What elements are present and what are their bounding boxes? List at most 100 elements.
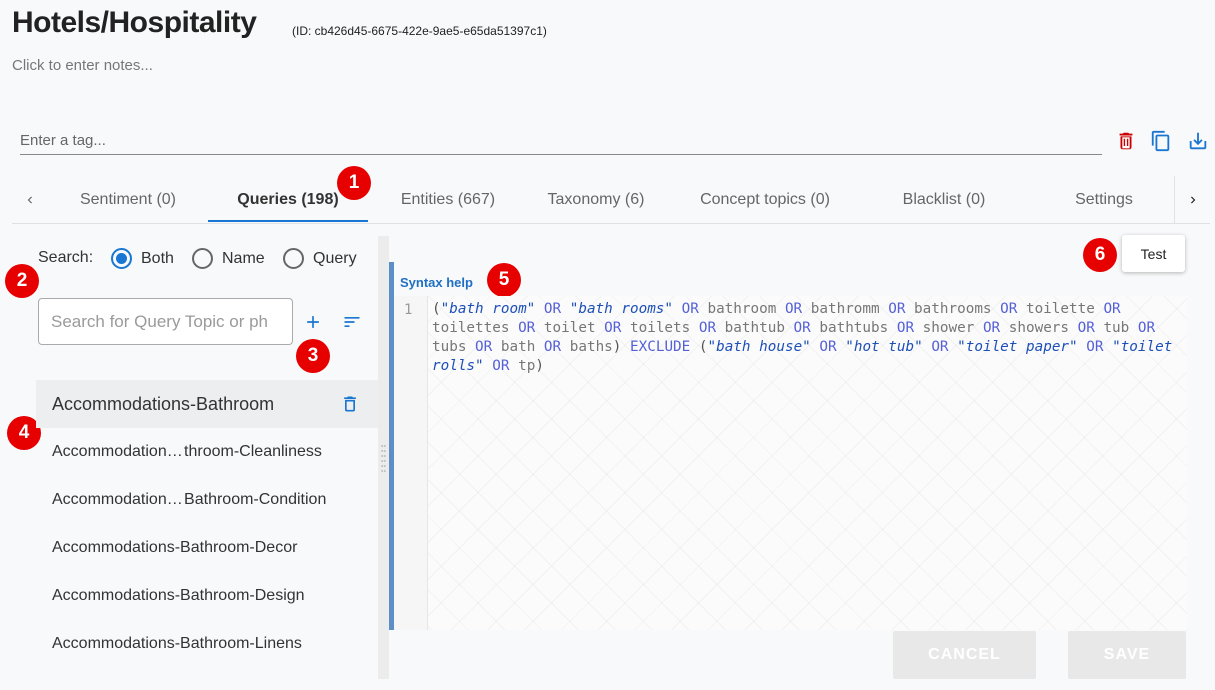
query-term-token: tubs bbox=[432, 339, 476, 355]
query-operator-token: OR bbox=[1086, 339, 1104, 355]
test-button[interactable]: Test bbox=[1122, 235, 1185, 272]
copy-icon[interactable] bbox=[1150, 130, 1172, 152]
tab-scroll-left-icon[interactable] bbox=[12, 176, 48, 223]
list-item[interactable]: Accommodation… Bathroom-Condition bbox=[36, 476, 378, 524]
query-operator-token: OR bbox=[518, 320, 536, 336]
query-term-token: bathroom bbox=[698, 301, 785, 317]
list-item[interactable]: Accommodations-Bathroom bbox=[36, 380, 378, 428]
tab-sentiment[interactable]: Sentiment (0) bbox=[58, 176, 198, 223]
radio-name[interactable]: Name bbox=[192, 248, 265, 269]
download-icon[interactable] bbox=[1187, 130, 1209, 152]
query-operator-token: OR bbox=[1077, 320, 1095, 336]
list-item-label: Accommodations-Bathroom-Linens bbox=[52, 635, 302, 652]
query-operator-token: OR bbox=[888, 301, 906, 317]
query-operator-token: OR bbox=[543, 339, 562, 355]
query-term-token bbox=[561, 301, 570, 317]
query-term-token: toilettes bbox=[432, 320, 519, 336]
list-item[interactable]: Accommodations-Bathroom-Linens bbox=[36, 620, 378, 668]
tab-settings[interactable]: Settings bbox=[1034, 176, 1174, 223]
marker-1: 1 bbox=[337, 166, 371, 200]
page-id-label: (ID: cb426d45-6675-422e-9ae5-e65da51397c… bbox=[292, 24, 547, 38]
query-term-token: toilette bbox=[1017, 301, 1104, 317]
query-term-token: showers bbox=[1000, 320, 1078, 336]
query-term-token bbox=[484, 358, 493, 374]
query-operator-token: OR bbox=[1103, 301, 1121, 317]
list-item[interactable]: Accommodations-Bathroom-Decor bbox=[36, 524, 378, 572]
list-item[interactable]: Accommodations-Bathroom-Design bbox=[36, 572, 378, 620]
query-term-token bbox=[837, 339, 846, 355]
query-term-token: tub bbox=[1094, 320, 1138, 336]
query-paren-token: ( bbox=[432, 301, 441, 317]
query-term-token: bath bbox=[492, 339, 544, 355]
active-tab-indicator bbox=[208, 220, 368, 222]
query-operator-token: OR bbox=[896, 320, 915, 336]
delete-item-icon[interactable] bbox=[340, 394, 360, 414]
query-term-token bbox=[673, 301, 682, 317]
query-operator-token: OR bbox=[982, 320, 1001, 336]
list-item[interactable]: Accommodation… throom-Cleanliness bbox=[36, 428, 378, 476]
query-operator-token: OR bbox=[543, 301, 562, 317]
query-paren-token: ) bbox=[535, 358, 544, 374]
query-term-token: toilet bbox=[535, 320, 605, 336]
query-topic-list: Accommodations-Bathroom Accommodation… t… bbox=[36, 380, 378, 668]
list-item-label: Accommodation… Bathroom-Condition bbox=[52, 491, 327, 508]
editor-gutter bbox=[394, 296, 428, 630]
query-term-token bbox=[949, 339, 958, 355]
tab-bar: Sentiment (0) Queries (198) Entities (66… bbox=[12, 176, 1210, 224]
marker-2: 2 bbox=[5, 264, 39, 298]
list-item-label: Accommodations-Bathroom bbox=[52, 393, 275, 414]
tab-taxonomy[interactable]: Taxonomy (6) bbox=[526, 176, 666, 223]
query-term-token bbox=[1103, 339, 1112, 355]
syntax-help-link[interactable]: Syntax help bbox=[400, 275, 473, 290]
query-term-token bbox=[621, 339, 630, 355]
query-string-token: "bath room" bbox=[440, 301, 536, 317]
query-term-token: tp bbox=[509, 358, 536, 374]
query-term-token: shower bbox=[914, 320, 983, 336]
radio-name-label: Name bbox=[222, 249, 265, 267]
query-term-token bbox=[535, 301, 544, 317]
marker-6: 6 bbox=[1083, 238, 1117, 272]
cancel-button[interactable]: CANCEL bbox=[893, 631, 1036, 679]
list-item-label: Accommodations-Bathroom-Decor bbox=[52, 539, 298, 556]
page-title: Hotels/Hospitality bbox=[12, 6, 257, 39]
add-query-icon[interactable] bbox=[303, 312, 323, 332]
query-operator-token: OR bbox=[681, 301, 699, 317]
search-input[interactable] bbox=[38, 298, 293, 345]
query-operator-token: OR bbox=[819, 339, 837, 355]
radio-both-label: Both bbox=[141, 249, 174, 267]
panel-splitter[interactable] bbox=[378, 236, 389, 679]
list-item-label: Accommodations-Bathroom-Design bbox=[52, 587, 305, 604]
query-operator-token: OR bbox=[931, 339, 949, 355]
tab-concept-topics[interactable]: Concept topics (0) bbox=[680, 176, 850, 223]
save-button[interactable]: SAVE bbox=[1068, 631, 1186, 679]
query-term-token bbox=[690, 339, 699, 355]
query-operator-token: OR bbox=[698, 320, 717, 336]
tab-scroll-right-icon[interactable] bbox=[1174, 176, 1210, 223]
tag-input[interactable] bbox=[20, 126, 1102, 155]
query-term-token: bathtub bbox=[716, 320, 794, 336]
sort-icon[interactable] bbox=[341, 312, 363, 332]
query-operator-token: OR bbox=[784, 301, 803, 317]
query-term-token: baths bbox=[561, 339, 613, 355]
query-string-token: "bath rooms" bbox=[569, 301, 674, 317]
query-term-token: toilets bbox=[621, 320, 699, 336]
query-code[interactable]: ("bath room" OR "bath rooms" OR bathroom… bbox=[432, 300, 1182, 376]
query-operator-token: OR bbox=[492, 358, 510, 374]
radio-query[interactable]: Query bbox=[283, 248, 357, 269]
notes-field[interactable]: Click to enter notes... bbox=[12, 57, 153, 74]
query-operator-token: OR bbox=[1000, 301, 1018, 317]
query-operator-token: OR bbox=[793, 320, 811, 336]
query-string-token: "bath house" bbox=[707, 339, 811, 355]
radio-both[interactable]: Both bbox=[111, 248, 174, 269]
query-operator-token: OR bbox=[604, 320, 622, 336]
query-term-token: bathrooms bbox=[905, 301, 1001, 317]
query-paren-token: ( bbox=[698, 339, 708, 355]
line-number: 1 bbox=[404, 302, 413, 318]
query-string-token: "hot tub" bbox=[845, 339, 923, 355]
trash-icon[interactable] bbox=[1115, 130, 1137, 152]
tab-entities[interactable]: Entities (667) bbox=[378, 176, 518, 223]
tab-blacklist[interactable]: Blacklist (0) bbox=[874, 176, 1014, 223]
query-string-token: "toilet paper" bbox=[957, 339, 1078, 355]
query-term-token bbox=[1078, 339, 1087, 355]
query-operator-token: EXCLUDE bbox=[630, 339, 691, 355]
